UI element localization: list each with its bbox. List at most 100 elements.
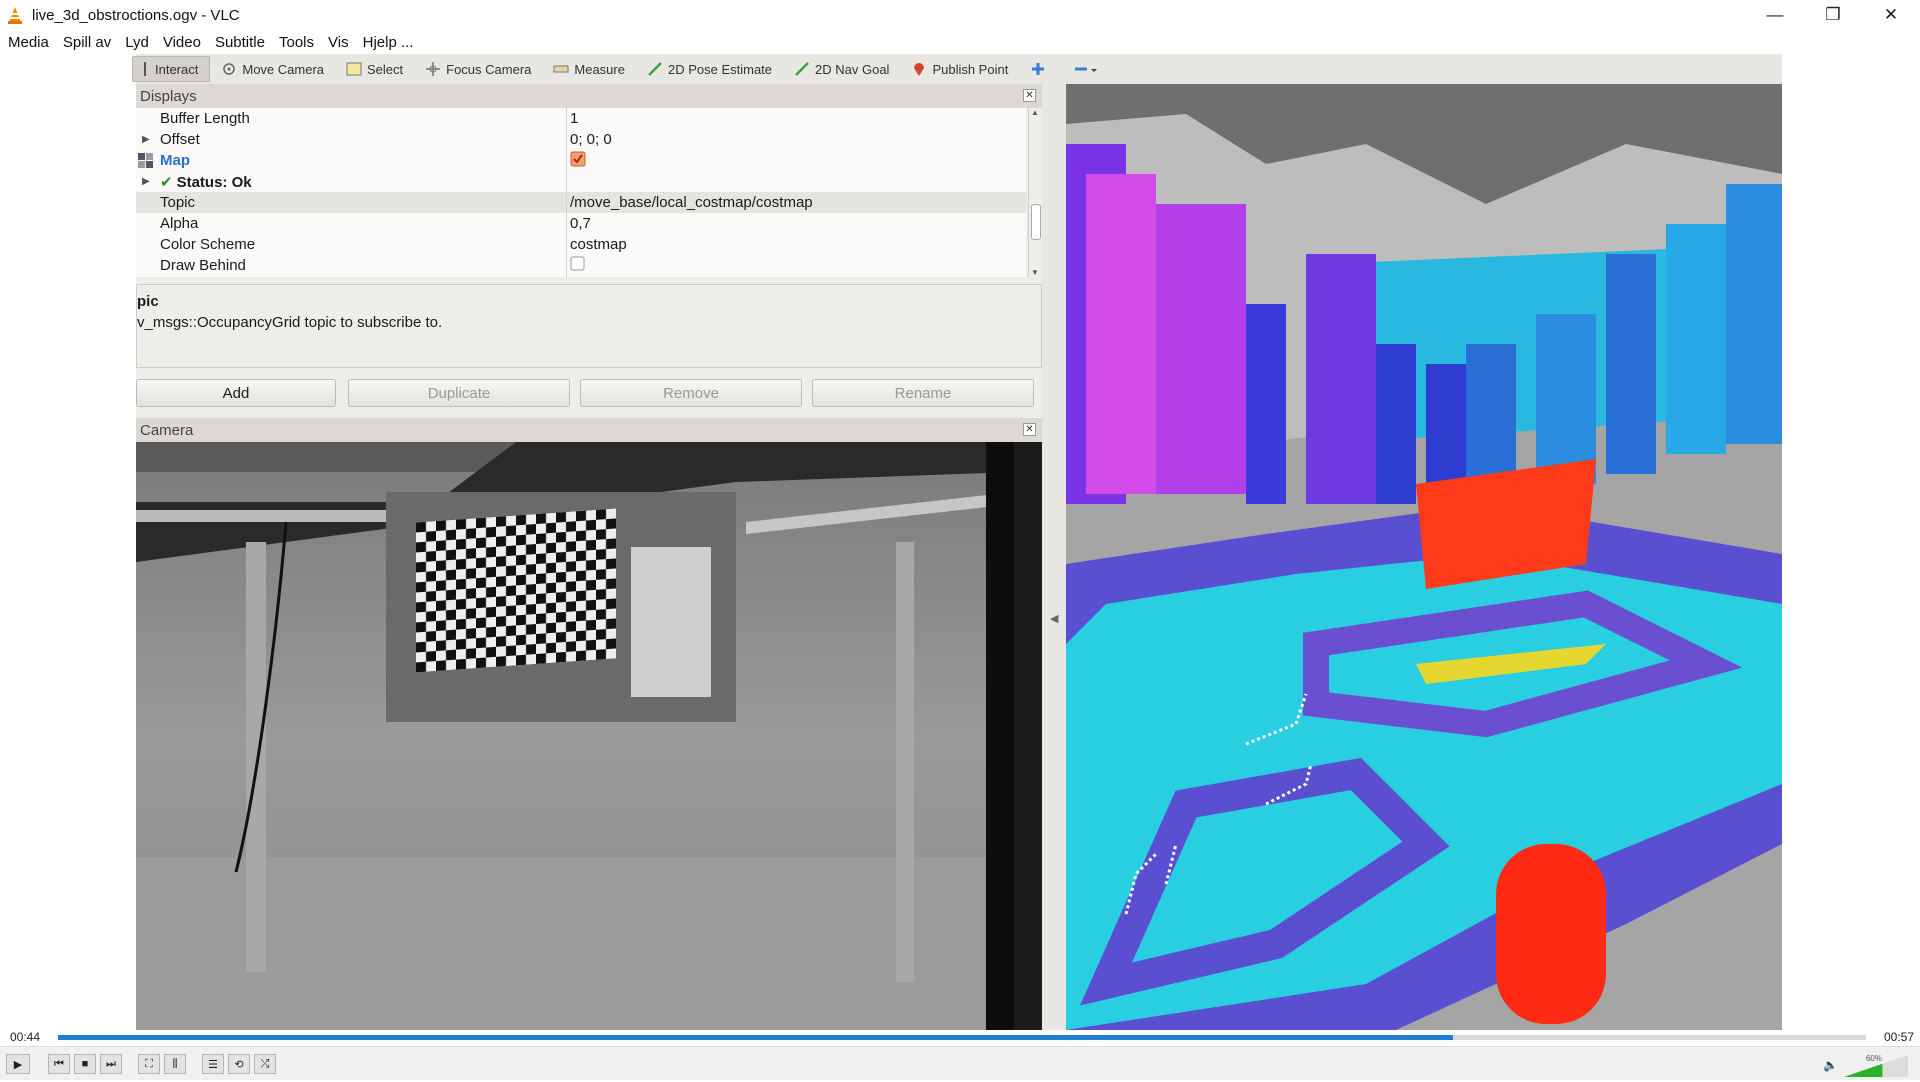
add-button[interactable]: Add — [136, 379, 336, 407]
scroll-down-icon[interactable]: ▼ — [1031, 268, 1039, 277]
menu-media[interactable]: Media — [0, 34, 55, 51]
close-button[interactable]: ✕ — [1862, 0, 1920, 30]
video-area[interactable]: Interact Move Camera Select Focus Camera… — [0, 54, 1920, 1030]
minimize-button[interactable]: — — [1746, 0, 1804, 30]
map-enabled-checkbox[interactable] — [570, 151, 586, 171]
seek-slider[interactable] — [58, 1035, 1866, 1040]
collapse-arrow-icon[interactable]: ◀ — [1050, 612, 1058, 625]
stop-icon: ■ — [81, 1058, 89, 1070]
move-camera-icon — [223, 63, 236, 75]
measure-icon — [553, 65, 569, 73]
window-title: live_3d_obstroctions.ogv - VLC — [32, 6, 240, 24]
volume-percent: 60% — [1865, 1054, 1882, 1063]
focus-camera-icon — [426, 62, 441, 76]
expand-arrow-icon[interactable]: ▶ — [142, 176, 150, 187]
displays-panel-title: Displays ✕ — [136, 84, 1042, 108]
elapsed-time: 00:44 — [10, 1030, 41, 1044]
menu-vis[interactable]: Vis — [320, 34, 355, 51]
camera-panel-title: Camera ✕ — [136, 418, 1042, 442]
tool-interact[interactable]: Interact — [132, 56, 211, 82]
map-pin-icon — [914, 63, 925, 76]
property-row[interactable]: Draw Behind — [136, 255, 1026, 276]
menu-video[interactable]: Video — [155, 34, 207, 51]
plus-icon — [1032, 63, 1045, 75]
draw-behind-checkbox[interactable] — [570, 256, 585, 275]
stop-button[interactable]: ■ — [74, 1054, 96, 1074]
property-row[interactable]: Alpha 0,7 — [136, 213, 1026, 234]
playback-controls: ▶ ⏮ ■ ⏭ ⛶ ⫼ ☰ ⟲ ⤮ 🔈 60% — [0, 1046, 1920, 1080]
close-icon[interactable]: ✕ — [1023, 89, 1036, 102]
close-icon[interactable]: ✕ — [1023, 423, 1036, 436]
fullscreen-button[interactable]: ⛶ — [138, 1054, 160, 1074]
play-button[interactable]: ▶ — [6, 1054, 30, 1074]
previous-icon: ⏮ — [54, 1057, 64, 1070]
add-tool-button[interactable] — [1019, 56, 1062, 82]
property-row[interactable]: Buffer Length 1 — [136, 108, 1026, 129]
map-display-icon — [138, 153, 153, 168]
pose-arrow-icon — [648, 62, 662, 76]
scroll-up-icon[interactable]: ▲ — [1031, 108, 1039, 117]
play-icon: ▶ — [13, 1058, 23, 1071]
properties-scrollbar[interactable]: ▲ ▼ — [1028, 108, 1042, 277]
tool-2d-pose-estimate[interactable]: 2D Pose Estimate — [636, 56, 783, 82]
property-row[interactable]: Color Scheme costmap — [136, 234, 1026, 255]
fullscreen-icon: ⛶ — [145, 1057, 153, 1070]
checkbox-checked-icon — [570, 151, 586, 166]
menu-spill-av[interactable]: Spill av — [55, 34, 117, 51]
equalizer-icon: ⫼ — [172, 1057, 178, 1070]
displays-panel: Displays ✕ Buffer Length 1 ▶ Offset 0; 0… — [136, 84, 1042, 464]
displays-buttons: Add Duplicate Remove Rename — [136, 379, 1042, 411]
remove-tool-button[interactable] — [1062, 56, 1115, 82]
remove-button[interactable]: Remove — [580, 379, 802, 407]
rviz-toolbar: Interact Move Camera Select Focus Camera… — [132, 54, 1782, 84]
tool-measure[interactable]: Measure — [542, 56, 636, 82]
nav-goal-icon — [795, 62, 809, 76]
property-row[interactable]: ▶ Offset 0; 0; 0 — [136, 129, 1026, 150]
checkbox-empty-icon — [570, 256, 585, 271]
scrollbar-thumb[interactable] — [1031, 204, 1041, 240]
restore-button[interactable]: ❐ — [1804, 0, 1862, 30]
tool-publish-point[interactable]: Publish Point — [900, 56, 1019, 82]
expand-arrow-icon[interactable]: ▶ — [142, 134, 150, 145]
property-row-map[interactable]: Map — [136, 150, 1026, 171]
menu-tools[interactable]: Tools — [271, 34, 320, 51]
menu-lyd[interactable]: Lyd — [117, 34, 155, 51]
panel-splitter[interactable]: ◀ — [1042, 84, 1066, 1030]
menu-subtitle[interactable]: Subtitle — [207, 34, 271, 51]
rename-button[interactable]: Rename — [812, 379, 1034, 407]
property-row-status[interactable]: ▶ ✔ Status: Ok — [136, 171, 1026, 192]
loop-icon: ⟲ — [234, 1058, 244, 1071]
total-time: 00:57 — [1883, 1030, 1914, 1044]
minus-dropdown-icon — [1075, 67, 1098, 72]
previous-button[interactable]: ⏮ — [48, 1054, 70, 1074]
speaker-icon[interactable]: 🔈 — [1823, 1058, 1838, 1072]
next-icon: ⏭ — [106, 1057, 116, 1070]
shuffle-icon: ⤮ — [260, 1057, 270, 1070]
tool-select[interactable]: Select — [335, 56, 414, 82]
loop-button[interactable]: ⟲ — [228, 1054, 250, 1074]
seek-progress — [58, 1035, 1454, 1040]
select-icon — [346, 62, 362, 76]
menu-hjelp[interactable]: Hjelp ... — [355, 34, 420, 51]
duplicate-button[interactable]: Duplicate — [348, 379, 570, 407]
rviz-3d-view[interactable] — [1066, 84, 1782, 1030]
title-bar: live_3d_obstroctions.ogv - VLC — ❐ ✕ — [0, 0, 1920, 30]
interact-icon — [144, 62, 150, 76]
tool-2d-nav-goal[interactable]: 2D Nav Goal — [783, 56, 900, 82]
tool-move-camera[interactable]: Move Camera — [210, 56, 335, 82]
playlist-button[interactable]: ☰ — [202, 1054, 224, 1074]
next-button[interactable]: ⏭ — [100, 1054, 122, 1074]
volume-slider[interactable]: 60% — [1844, 1054, 1908, 1077]
menu-bar: Media Spill av Lyd Video Subtitle Tools … — [0, 30, 1920, 54]
playlist-icon: ☰ — [208, 1058, 218, 1071]
status-ok-icon: ✔ — [160, 173, 173, 191]
tool-focus-camera[interactable]: Focus Camera — [414, 56, 542, 82]
shuffle-button[interactable]: ⤮ — [254, 1054, 276, 1074]
property-row-topic[interactable]: Topic /move_base/local_costmap/costmap — [136, 192, 1026, 213]
property-description: pic v_msgs::OccupancyGrid topic to subsc… — [136, 284, 1042, 368]
rviz-window: Interact Move Camera Select Focus Camera… — [132, 54, 1782, 1030]
seek-bar: 00:44 00:57 — [0, 1030, 1920, 1044]
vlc-logo-icon — [8, 7, 22, 24]
extended-settings-button[interactable]: ⫼ — [164, 1054, 186, 1074]
camera-panel: Camera ✕ — [136, 418, 1042, 1030]
